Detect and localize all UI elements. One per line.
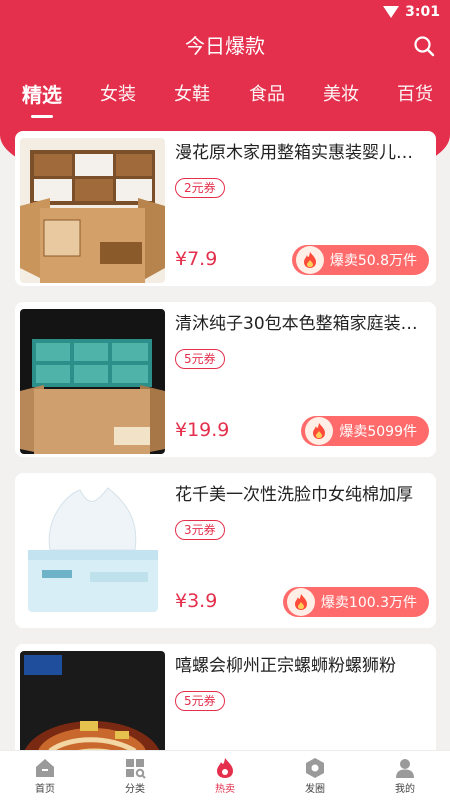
product-title: 花千美一次性洗脸巾女纯棉加厚 (175, 485, 413, 505)
product-image (20, 309, 165, 454)
category-icon (126, 759, 146, 779)
tab-nvxie[interactable]: 女鞋 (167, 78, 217, 114)
nav-profile[interactable]: 我的 (360, 751, 450, 800)
home-icon (36, 759, 54, 777)
nav-label: 我的 (395, 784, 415, 795)
nav-label: 首页 (35, 784, 55, 795)
status-time: 3:01 (405, 4, 440, 20)
product-card[interactable]: 花千美一次性洗脸巾女纯棉加厚 3元券 ¥3.9 爆卖100.3万件 (15, 473, 436, 628)
fire-icon (286, 588, 315, 616)
sold-badge: 爆卖100.3万件 (282, 587, 429, 617)
product-image (20, 138, 165, 283)
category-tabs: 精选 女装 女鞋 食品 美妆 百货 (0, 78, 450, 118)
tab-meizhuang[interactable]: 美妆 (316, 78, 366, 114)
tab-baihuo[interactable]: 百货 (390, 78, 440, 114)
bottom-navigation: 首页 分类 热卖 发圈 我的 (0, 750, 450, 800)
nav-category[interactable]: 分类 (90, 751, 180, 800)
status-bar: 3:01 (0, 0, 450, 24)
sold-badge: 爆卖5099件 (301, 416, 429, 446)
coupon-badge: 5元券 (175, 691, 225, 711)
hot-icon (217, 758, 233, 778)
coupon-badge: 5元券 (175, 349, 225, 369)
coupon-badge: 2元券 (175, 178, 225, 198)
nav-label: 分类 (125, 784, 145, 795)
sold-count: 爆卖50.8万件 (329, 253, 417, 269)
product-price: ¥19.9 (175, 419, 230, 441)
tab-nvzhuang[interactable]: 女装 (93, 78, 143, 114)
nav-label: 热卖 (215, 784, 235, 795)
sold-badge: 爆卖50.8万件 (291, 245, 429, 275)
search-icon (414, 36, 435, 57)
wifi-icon (383, 6, 400, 18)
product-card[interactable]: 漫花原木家用整箱实惠装婴儿卫生纸巾 2元券 ¥7.9 爆卖50.8万件 (15, 131, 436, 286)
product-image (20, 480, 165, 625)
fire-icon (295, 246, 324, 274)
product-title: 漫花原木家用整箱实惠装婴儿卫生纸巾 (175, 143, 425, 163)
nav-hot[interactable]: 热卖 (180, 751, 270, 800)
product-price: ¥3.9 (175, 590, 218, 612)
product-price: ¥7.9 (175, 248, 218, 270)
sold-count: 爆卖100.3万件 (320, 595, 417, 611)
coupon-badge: 3元券 (175, 520, 225, 540)
page-title: 今日爆款 (185, 34, 265, 58)
product-card[interactable]: 清沐纯子30包本色整箱家庭装抽纸 5元券 ¥19.9 爆卖5099件 (15, 302, 436, 457)
product-title: 清沐纯子30包本色整箱家庭装抽纸 (175, 314, 425, 334)
sold-count: 爆卖5099件 (339, 424, 417, 440)
tab-jingxuan[interactable]: 精选 (16, 78, 68, 114)
nav-moments[interactable]: 发圈 (270, 751, 360, 800)
nav-home[interactable]: 首页 (0, 751, 90, 800)
tab-shipin[interactable]: 食品 (242, 78, 292, 114)
product-title: 嘻螺会柳州正宗螺蛳粉螺狮粉 (175, 656, 396, 676)
fire-icon (305, 417, 334, 445)
search-button[interactable] (412, 34, 436, 58)
user-icon (396, 759, 414, 778)
nav-label: 发圈 (305, 784, 325, 795)
hexagon-icon (306, 758, 324, 778)
